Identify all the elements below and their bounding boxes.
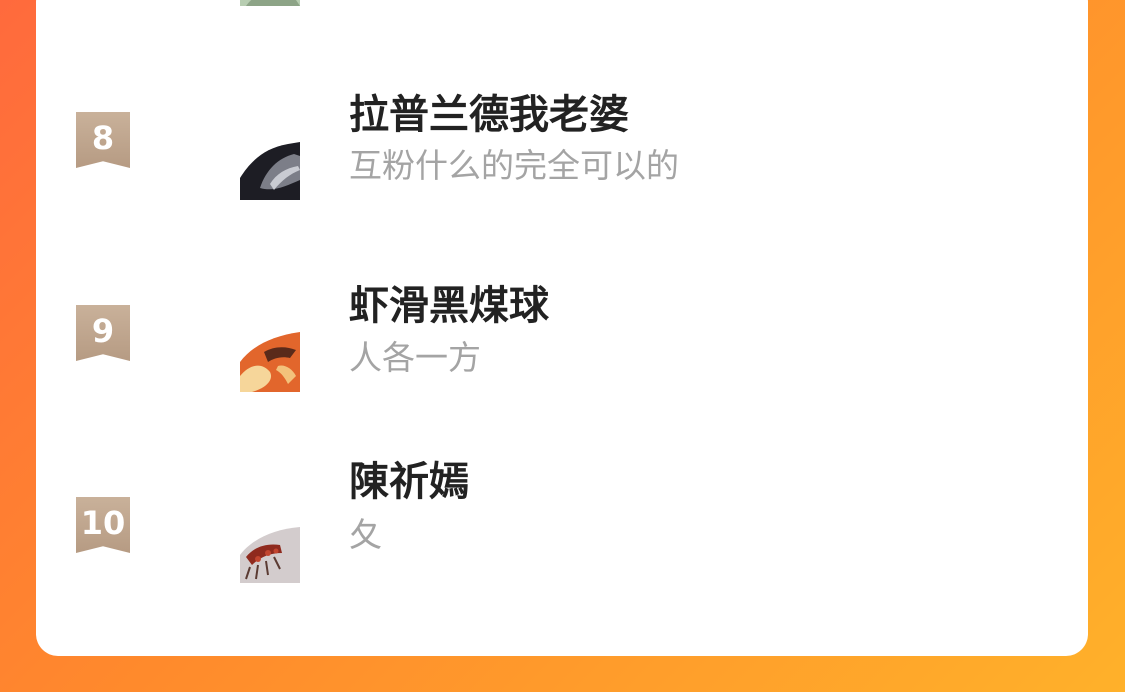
user-signature: 人各一方	[349, 338, 481, 377]
ranking-row-8[interactable]: 8 拉普兰德我老婆 互粉什么的完全可以的	[36, 92, 1088, 232]
ranking-card: 8 拉普兰德我老婆 互粉什么的完全可以的 9 虾滑黑煤球 人各一方 10 陳祈嫣…	[36, 0, 1088, 656]
avatar[interactable]	[240, 140, 300, 200]
avatar[interactable]	[240, 332, 300, 392]
rank-badge: 9	[76, 305, 130, 361]
user-name[interactable]: 陳祈嫣	[349, 459, 469, 505]
ranking-row-10[interactable]: 10 陳祈嫣 夂	[36, 459, 1088, 617]
user-name[interactable]: 拉普兰德我老婆	[349, 92, 629, 138]
user-signature: 互粉什么的完全可以的	[349, 146, 679, 185]
rank-number: 10	[80, 504, 126, 542]
rank-number: 9	[91, 312, 115, 350]
ranking-row-9[interactable]: 9 虾滑黑煤球 人各一方	[36, 283, 1088, 425]
rank-badge: 8	[76, 112, 130, 168]
avatar[interactable]	[240, 523, 300, 583]
previous-row-avatar[interactable]	[240, 0, 300, 6]
user-signature: 夂	[349, 515, 382, 554]
user-name[interactable]: 虾滑黑煤球	[349, 283, 549, 329]
rank-badge: 10	[76, 497, 130, 553]
rank-number: 8	[91, 119, 115, 157]
